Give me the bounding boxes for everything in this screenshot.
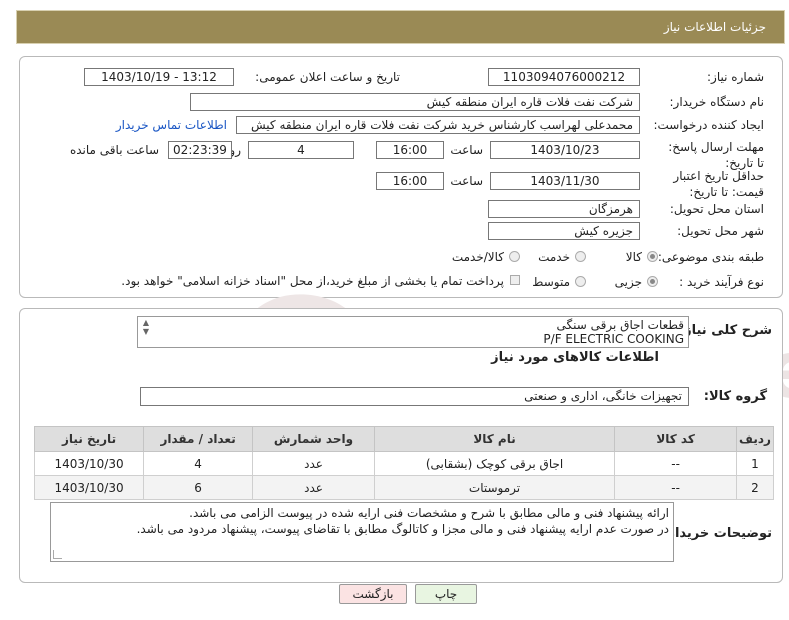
description-line-1: قطعات اجاق برقی سنگی	[556, 318, 685, 332]
buyer-org-label: نام دستگاه خریدار:	[669, 95, 765, 109]
announce-field: 1403/10/19 - 13:12	[84, 68, 234, 86]
category-goods-label: کالا	[625, 250, 642, 264]
cell-row: 2	[735, 475, 775, 500]
col-header-unit: واحد شمارش	[252, 426, 375, 452]
category-service-radio[interactable]	[575, 251, 586, 262]
cell-date: 1403/10/30	[33, 475, 145, 500]
deadline-time-field: 16:00	[376, 141, 444, 159]
col-header-date: تاریخ نیاز	[33, 426, 145, 452]
group-label: گروه کالا:	[703, 389, 767, 404]
province-field: هرمزگان	[488, 200, 640, 218]
creator-label: ایجاد کننده درخواست:	[653, 118, 764, 132]
days-remaining-field: 4	[248, 141, 354, 159]
cell-code: --	[614, 451, 737, 476]
remaining-label: ساعت باقی مانده	[69, 143, 159, 157]
description-textarea[interactable]: قطعات اجاق برقی سنگی P/F ELECTRIC COOKIN…	[137, 316, 689, 348]
validity-time-field: 16:00	[376, 172, 444, 190]
buyer-notes-line-1: ارائه پیشنهاد فنی و مالی مطابق با شرح و …	[189, 506, 669, 520]
buyer-notes-line-2: در صورت عدم ارایه پیشنهاد فنی و مالی مجز…	[136, 522, 669, 536]
col-header-row: ردیف	[735, 426, 775, 452]
col-header-qty: تعداد / مقدار	[143, 426, 254, 452]
need-number-field: 1103094076000212	[488, 68, 640, 86]
buyer-notes-textarea[interactable]: ارائه پیشنهاد فنی و مالی مطابق با شرح و …	[50, 502, 674, 562]
cell-row: 1	[735, 451, 775, 476]
description-label: شرح کلی نیاز:	[678, 323, 772, 338]
deadline-label: مهلت ارسال پاسخ: تا تاریخ:	[668, 140, 764, 170]
items-heading: اطلاعات کالاهای مورد نیاز	[491, 350, 659, 365]
deadline-date-field: 1403/10/23	[490, 141, 640, 159]
buyer-org-field: شرکت نفت فلات قاره ایران منطقه کیش	[190, 93, 640, 111]
treasury-payment-note: پرداخت تمام یا بخشی از مبلغ خرید،از محل …	[121, 274, 504, 288]
deadline-time-label: ساعت	[450, 143, 483, 157]
category-both-radio[interactable]	[509, 251, 520, 262]
cell-qty: 6	[143, 475, 254, 500]
textarea-scroll-arrows[interactable]: ▲ ▼	[140, 318, 152, 346]
buyer-contact-link[interactable]: اطلاعات تماس خریدار	[116, 118, 227, 132]
page-title: جزئیات اطلاعات نیاز	[663, 20, 766, 34]
treasury-payment-checkbox[interactable]	[510, 275, 520, 285]
announce-label: تاریخ و ساعت اعلان عمومی:	[255, 70, 400, 84]
city-label: شهر محل تحویل:	[677, 224, 764, 238]
resize-handle-icon[interactable]	[53, 550, 62, 559]
category-label: طبقه بندی موضوعی:	[657, 250, 764, 264]
province-label: استان محل تحویل:	[669, 202, 764, 216]
need-info-panel: AriaTender.neT شماره نیاز: 1103094076000…	[19, 56, 789, 416]
process-minor-label: جزیی	[614, 275, 642, 289]
cell-qty: 4	[143, 451, 254, 476]
category-service-label: خدمت	[538, 250, 570, 264]
cell-name: اجاق برقی کوچک (بشقابی)	[373, 451, 616, 476]
buyer-notes-label: توضیحات خریدار:	[662, 526, 772, 541]
validity-time-label: ساعت	[450, 174, 483, 188]
items-table: ردیف کد کالا نام کالا واحد شمارش تعداد /…	[33, 426, 775, 500]
cell-name: ترموستات	[373, 475, 616, 500]
category-goods-radio[interactable]	[647, 251, 658, 262]
cell-code: --	[614, 475, 737, 500]
cell-date: 1403/10/30	[33, 451, 145, 476]
city-field: جزیره کیش	[488, 222, 640, 240]
back-button[interactable]: بازگشت	[339, 584, 407, 604]
group-field: تجهیزات خانگی، اداری و صنعتی	[140, 387, 689, 406]
cell-unit: عدد	[252, 451, 375, 476]
table-row: 2 -- ترموستات عدد 6 1403/10/30	[33, 475, 775, 500]
table-row: 1 -- اجاق برقی کوچک (بشقابی) عدد 4 1403/…	[33, 451, 775, 476]
creator-field: محمدعلی لهراسب کارشناس خرید شرکت نفت فلا…	[236, 116, 640, 134]
validity-date-field: 1403/11/30	[490, 172, 640, 190]
validity-label: حداقل تاریخ اعتبار قیمت: تا تاریخ:	[673, 169, 764, 199]
page-header: جزئیات اطلاعات نیاز	[16, 10, 785, 44]
print-button[interactable]: چاپ	[415, 584, 477, 604]
need-number-label: شماره نیاز:	[707, 70, 764, 84]
description-line-2: P/F ELECTRIC COOKING	[543, 332, 684, 346]
col-header-code: کد کالا	[614, 426, 737, 452]
cell-unit: عدد	[252, 475, 375, 500]
category-both-label: کالا/خدمت	[451, 250, 504, 264]
process-medium-radio[interactable]	[575, 276, 586, 287]
time-remaining-field: 02:23:39	[168, 141, 232, 159]
process-label: نوع فرآیند خرید :	[679, 275, 764, 289]
col-header-name: نام کالا	[373, 426, 616, 452]
process-medium-label: متوسط	[532, 275, 570, 289]
process-minor-radio[interactable]	[647, 276, 658, 287]
